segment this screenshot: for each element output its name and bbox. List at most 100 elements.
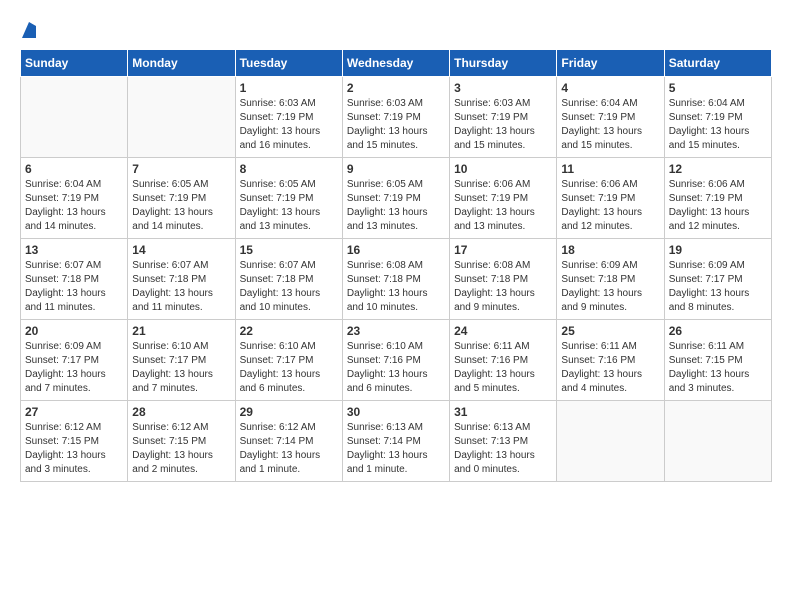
day-number: 6	[25, 162, 123, 176]
day-info: Sunrise: 6:13 AM Sunset: 7:14 PM Dayligh…	[347, 421, 445, 477]
day-info: Sunrise: 6:07 AM Sunset: 7:18 PM Dayligh…	[240, 259, 338, 315]
calendar-cell: 2 Sunrise: 6:03 AM Sunset: 7:19 PM Daylig…	[342, 77, 449, 158]
day-number: 17	[454, 243, 552, 257]
day-number: 12	[669, 162, 767, 176]
calendar-cell: 15 Sunrise: 6:07 AM Sunset: 7:18 PM Dayli…	[235, 239, 342, 320]
day-info: Sunrise: 6:08 AM Sunset: 7:18 PM Dayligh…	[454, 259, 552, 315]
calendar-cell: 13 Sunrise: 6:07 AM Sunset: 7:18 PM Dayli…	[21, 239, 128, 320]
day-number: 13	[25, 243, 123, 257]
calendar-cell: 30 Sunrise: 6:13 AM Sunset: 7:14 PM Dayli…	[342, 401, 449, 482]
day-number: 27	[25, 405, 123, 419]
page-header	[20, 20, 772, 39]
weekday-header-friday: Friday	[557, 50, 664, 77]
day-info: Sunrise: 6:10 AM Sunset: 7:17 PM Dayligh…	[132, 340, 230, 396]
day-info: Sunrise: 6:12 AM Sunset: 7:15 PM Dayligh…	[25, 421, 123, 477]
day-number: 9	[347, 162, 445, 176]
calendar-cell: 25 Sunrise: 6:11 AM Sunset: 7:16 PM Dayli…	[557, 320, 664, 401]
calendar-cell	[21, 77, 128, 158]
calendar-cell: 6 Sunrise: 6:04 AM Sunset: 7:19 PM Daylig…	[21, 158, 128, 239]
day-info: Sunrise: 6:06 AM Sunset: 7:19 PM Dayligh…	[669, 178, 767, 234]
calendar-cell: 4 Sunrise: 6:04 AM Sunset: 7:19 PM Daylig…	[557, 77, 664, 158]
weekday-header-wednesday: Wednesday	[342, 50, 449, 77]
calendar-cell: 29 Sunrise: 6:12 AM Sunset: 7:14 PM Dayli…	[235, 401, 342, 482]
calendar-cell: 19 Sunrise: 6:09 AM Sunset: 7:17 PM Dayli…	[664, 239, 771, 320]
day-info: Sunrise: 6:12 AM Sunset: 7:15 PM Dayligh…	[132, 421, 230, 477]
calendar-cell: 24 Sunrise: 6:11 AM Sunset: 7:16 PM Dayli…	[450, 320, 557, 401]
weekday-header-saturday: Saturday	[664, 50, 771, 77]
day-number: 31	[454, 405, 552, 419]
day-number: 3	[454, 81, 552, 95]
day-number: 19	[669, 243, 767, 257]
day-number: 23	[347, 324, 445, 338]
calendar-table: SundayMondayTuesdayWednesdayThursdayFrid…	[20, 49, 772, 482]
day-info: Sunrise: 6:05 AM Sunset: 7:19 PM Dayligh…	[347, 178, 445, 234]
day-number: 30	[347, 405, 445, 419]
day-number: 10	[454, 162, 552, 176]
day-info: Sunrise: 6:03 AM Sunset: 7:19 PM Dayligh…	[347, 97, 445, 153]
day-info: Sunrise: 6:11 AM Sunset: 7:16 PM Dayligh…	[454, 340, 552, 396]
calendar-cell: 31 Sunrise: 6:13 AM Sunset: 7:13 PM Dayli…	[450, 401, 557, 482]
calendar-cell: 26 Sunrise: 6:11 AM Sunset: 7:15 PM Dayli…	[664, 320, 771, 401]
calendar-cell: 22 Sunrise: 6:10 AM Sunset: 7:17 PM Dayli…	[235, 320, 342, 401]
day-number: 4	[561, 81, 659, 95]
calendar-cell: 1 Sunrise: 6:03 AM Sunset: 7:19 PM Daylig…	[235, 77, 342, 158]
calendar-cell	[128, 77, 235, 158]
calendar-cell: 10 Sunrise: 6:06 AM Sunset: 7:19 PM Dayli…	[450, 158, 557, 239]
day-number: 1	[240, 81, 338, 95]
day-number: 5	[669, 81, 767, 95]
calendar-cell: 3 Sunrise: 6:03 AM Sunset: 7:19 PM Daylig…	[450, 77, 557, 158]
weekday-header-monday: Monday	[128, 50, 235, 77]
day-info: Sunrise: 6:04 AM Sunset: 7:19 PM Dayligh…	[561, 97, 659, 153]
calendar-cell: 27 Sunrise: 6:12 AM Sunset: 7:15 PM Dayli…	[21, 401, 128, 482]
calendar-cell: 5Sunrise: 6:04 AM Sunset: 7:19 PM Daylig…	[664, 77, 771, 158]
day-info: Sunrise: 6:11 AM Sunset: 7:16 PM Dayligh…	[561, 340, 659, 396]
logo-arrow-icon	[22, 22, 36, 43]
weekday-header-thursday: Thursday	[450, 50, 557, 77]
day-number: 16	[347, 243, 445, 257]
day-info: Sunrise: 6:05 AM Sunset: 7:19 PM Dayligh…	[132, 178, 230, 234]
calendar-cell: 20 Sunrise: 6:09 AM Sunset: 7:17 PM Dayli…	[21, 320, 128, 401]
day-number: 25	[561, 324, 659, 338]
day-number: 14	[132, 243, 230, 257]
day-number: 20	[25, 324, 123, 338]
day-info: Sunrise: 6:09 AM Sunset: 7:18 PM Dayligh…	[561, 259, 659, 315]
calendar-cell: 28Sunrise: 6:12 AM Sunset: 7:15 PM Dayli…	[128, 401, 235, 482]
day-info: Sunrise: 6:11 AM Sunset: 7:15 PM Dayligh…	[669, 340, 767, 396]
day-info: Sunrise: 6:04 AM Sunset: 7:19 PM Dayligh…	[25, 178, 123, 234]
weekday-header-sunday: Sunday	[21, 50, 128, 77]
calendar-cell: 11Sunrise: 6:06 AM Sunset: 7:19 PM Dayli…	[557, 158, 664, 239]
day-info: Sunrise: 6:09 AM Sunset: 7:17 PM Dayligh…	[669, 259, 767, 315]
day-number: 26	[669, 324, 767, 338]
day-info: Sunrise: 6:10 AM Sunset: 7:16 PM Dayligh…	[347, 340, 445, 396]
calendar-cell	[557, 401, 664, 482]
calendar-cell: 9 Sunrise: 6:05 AM Sunset: 7:19 PM Daylig…	[342, 158, 449, 239]
day-number: 15	[240, 243, 338, 257]
calendar-cell: 23 Sunrise: 6:10 AM Sunset: 7:16 PM Dayli…	[342, 320, 449, 401]
calendar-cell: 21 Sunrise: 6:10 AM Sunset: 7:17 PM Dayli…	[128, 320, 235, 401]
day-info: Sunrise: 6:07 AM Sunset: 7:18 PM Dayligh…	[132, 259, 230, 315]
calendar-cell: 8Sunrise: 6:05 AM Sunset: 7:19 PM Daylig…	[235, 158, 342, 239]
day-info: Sunrise: 6:13 AM Sunset: 7:13 PM Dayligh…	[454, 421, 552, 477]
day-number: 29	[240, 405, 338, 419]
calendar-cell: 14 Sunrise: 6:07 AM Sunset: 7:18 PM Dayli…	[128, 239, 235, 320]
day-info: Sunrise: 6:10 AM Sunset: 7:17 PM Dayligh…	[240, 340, 338, 396]
calendar-cell	[664, 401, 771, 482]
day-number: 21	[132, 324, 230, 338]
day-number: 11	[561, 162, 659, 176]
calendar-cell: 16Sunrise: 6:08 AM Sunset: 7:18 PM Dayli…	[342, 239, 449, 320]
calendar-cell: 17 Sunrise: 6:08 AM Sunset: 7:18 PM Dayli…	[450, 239, 557, 320]
day-info: Sunrise: 6:12 AM Sunset: 7:14 PM Dayligh…	[240, 421, 338, 477]
day-info: Sunrise: 6:06 AM Sunset: 7:19 PM Dayligh…	[454, 178, 552, 234]
day-info: Sunrise: 6:09 AM Sunset: 7:17 PM Dayligh…	[25, 340, 123, 396]
day-info: Sunrise: 6:07 AM Sunset: 7:18 PM Dayligh…	[25, 259, 123, 315]
day-info: Sunrise: 6:05 AM Sunset: 7:19 PM Dayligh…	[240, 178, 338, 234]
logo	[20, 20, 36, 39]
day-info: Sunrise: 6:03 AM Sunset: 7:19 PM Dayligh…	[454, 97, 552, 153]
calendar-cell: 7 Sunrise: 6:05 AM Sunset: 7:19 PM Daylig…	[128, 158, 235, 239]
day-number: 7	[132, 162, 230, 176]
day-info: Sunrise: 6:03 AM Sunset: 7:19 PM Dayligh…	[240, 97, 338, 153]
day-number: 22	[240, 324, 338, 338]
day-number: 2	[347, 81, 445, 95]
day-number: 24	[454, 324, 552, 338]
calendar-cell: 12 Sunrise: 6:06 AM Sunset: 7:19 PM Dayli…	[664, 158, 771, 239]
